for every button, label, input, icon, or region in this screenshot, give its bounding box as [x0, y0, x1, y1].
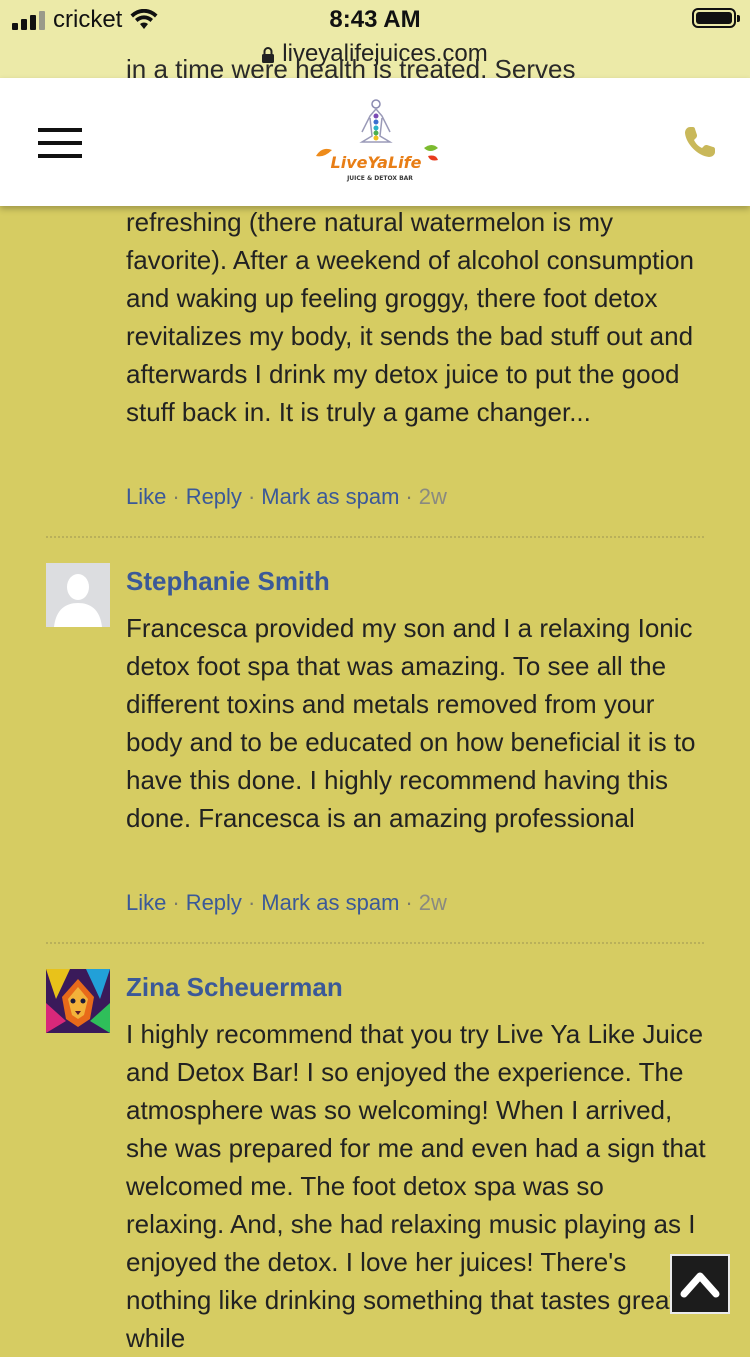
logo[interactable]: LiveYaLife JUICE & DETOX BAR [312, 96, 440, 186]
reply-link[interactable]: Reply [186, 890, 242, 915]
menu-button[interactable] [38, 128, 82, 158]
comment-actions: Like · Reply · Mark as spam · 2w [126, 890, 447, 915]
comment-timestamp: 2w [418, 890, 447, 915]
avatar[interactable] [46, 563, 110, 627]
like-link[interactable]: Like [126, 484, 166, 509]
logo-wordmark: LiveYaLife [331, 153, 422, 172]
comment-timestamp: 2w [418, 484, 447, 509]
comment-divider [46, 942, 704, 944]
comment-text: Francesca provided my son and I a relaxi… [126, 613, 696, 833]
battery-icon [692, 8, 740, 28]
default-avatar-icon [46, 563, 110, 627]
comment-actions: Like · Reply · Mark as spam · 2w [126, 484, 447, 509]
comment-text: refreshing (there natural watermelon is … [126, 207, 694, 427]
logo-tagline: JUICE & DETOX BAR [346, 175, 413, 182]
mark-as-spam-link[interactable]: Mark as spam [261, 484, 399, 509]
comment-divider [46, 536, 704, 538]
site-header: LiveYaLife JUICE & DETOX BAR [0, 78, 750, 206]
like-link[interactable]: Like [126, 890, 166, 915]
mark-as-spam-link[interactable]: Mark as spam [261, 890, 399, 915]
reply-link[interactable]: Reply [186, 484, 242, 509]
clock: 8:43 AM [329, 6, 421, 33]
lion-avatar-icon [46, 969, 110, 1033]
comment-author[interactable]: Zina Scheuerman [126, 972, 343, 1003]
comment-text: I highly recommend that you try Live Ya … [126, 1019, 706, 1353]
comment-author[interactable]: Stephanie Smith [126, 566, 330, 597]
avatar[interactable] [46, 969, 110, 1033]
chevron-up-icon [680, 1272, 720, 1298]
phone-icon[interactable] [682, 124, 718, 160]
scroll-to-top-button[interactable] [670, 1254, 730, 1314]
